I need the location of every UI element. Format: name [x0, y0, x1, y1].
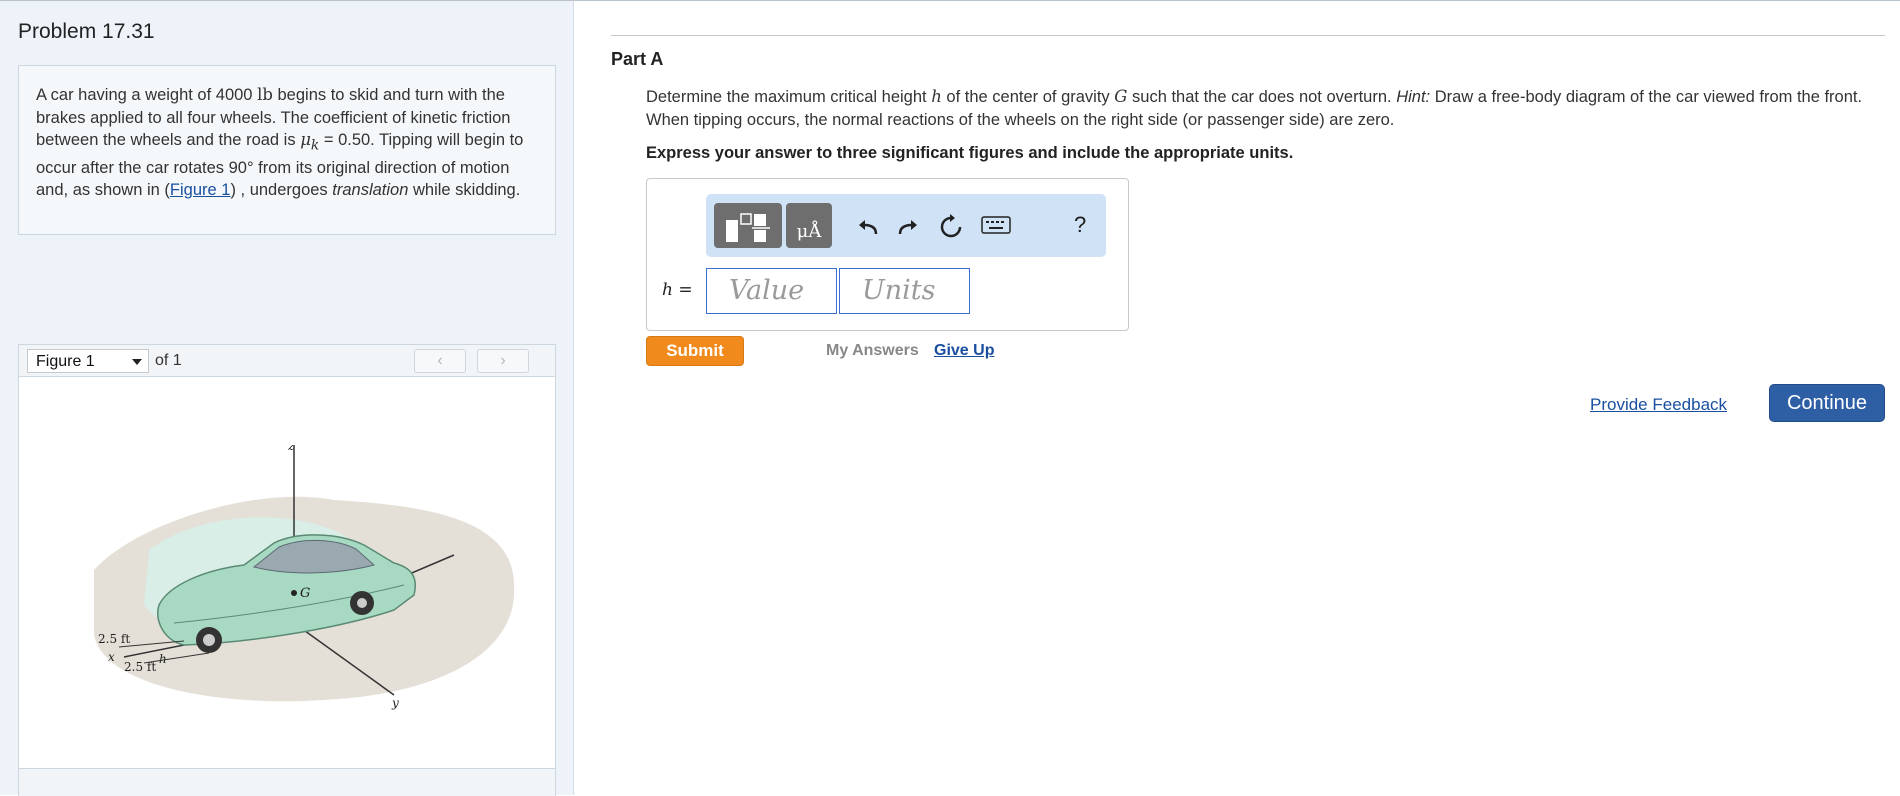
reset-icon[interactable]: [938, 214, 964, 240]
label-z: z: [287, 445, 295, 453]
chevron-left-icon: ‹: [437, 352, 443, 369]
help-button[interactable]: ?: [1074, 212, 1086, 238]
figure-toolbar: Figure 1 of 1 ‹ ›: [19, 345, 555, 377]
mu-subscript: k: [310, 137, 320, 154]
label-G: G: [300, 586, 310, 601]
provide-feedback-link[interactable]: Provide Feedback: [1590, 395, 1727, 415]
label-y: y: [391, 696, 399, 710]
part-divider: [611, 35, 1885, 36]
mu-symbol: μ: [300, 130, 311, 149]
label-x: x: [108, 650, 115, 664]
instruction-text: Express your answer to three significant…: [646, 144, 1294, 162]
units-input[interactable]: Units: [839, 268, 970, 314]
prev-figure-button[interactable]: ‹: [414, 349, 466, 373]
redo-icon[interactable]: [896, 214, 920, 238]
front-hubcap: [203, 634, 215, 646]
my-answers-link[interactable]: My Answers: [826, 342, 919, 360]
units-icon: μÅ: [796, 221, 822, 242]
units-button[interactable]: μÅ: [786, 203, 832, 248]
value-input[interactable]: Value: [706, 268, 837, 314]
question-text-1: Determine the maximum critical height: [646, 88, 932, 106]
answer-toolbar: μÅ ?: [706, 194, 1106, 257]
weight-unit: lb: [257, 85, 273, 104]
rear-hubcap: [357, 598, 367, 608]
problem-statement: A car having a weight of 4000 lb begins …: [18, 65, 556, 235]
problem-text-4: ) , undergoes: [230, 181, 333, 200]
undo-icon[interactable]: [856, 214, 880, 238]
translation-word: translation: [332, 181, 409, 200]
center-of-gravity-marker: [291, 590, 297, 596]
chevron-right-icon: ›: [500, 352, 506, 369]
figure-footer: [19, 768, 555, 796]
question-text-2: of the center of gravity: [941, 88, 1115, 106]
problem-title: Problem 17.31: [18, 20, 155, 43]
answer-box: μÅ ? h = Value Units: [646, 178, 1129, 331]
question-text-3: such that the car does not overturn.: [1127, 88, 1397, 106]
figure-link[interactable]: Figure 1: [170, 181, 231, 199]
templates-icon: [726, 213, 770, 242]
submit-button[interactable]: Submit: [646, 336, 744, 366]
problem-text-5: while skidding.: [408, 181, 521, 200]
figure-select[interactable]: Figure 1: [27, 349, 149, 373]
question-text: Determine the maximum critical height h …: [646, 86, 1886, 131]
problem-text-1: A car having a weight of 4000: [36, 86, 258, 104]
chevron-down-icon: [132, 359, 142, 365]
templates-button[interactable]: [714, 203, 782, 248]
part-title: Part A: [611, 49, 664, 69]
dimension-label-1: 2.5 ft: [98, 632, 130, 646]
label-h: h: [159, 652, 167, 666]
next-figure-button[interactable]: ›: [477, 349, 529, 373]
figure-panel: Figure 1 of 1 ‹ › G z y x h 2.5 ft 2.5 f…: [18, 344, 556, 796]
keyboard-icon[interactable]: [981, 214, 1011, 236]
variable-h: h: [931, 87, 942, 106]
answer-label-text: h =: [662, 280, 693, 300]
figure-select-value: Figure 1: [36, 353, 95, 370]
figure-count: of 1: [155, 352, 182, 369]
hint-label: Hint:: [1396, 88, 1431, 106]
continue-button[interactable]: Continue: [1769, 384, 1885, 422]
give-up-link[interactable]: Give Up: [934, 342, 994, 360]
variable-G: G: [1114, 87, 1128, 106]
car-figure-image: G z y x h 2.5 ft 2.5 ft: [94, 445, 515, 710]
problem-panel: Problem 17.31 A car having a weight of 4…: [0, 1, 574, 796]
answer-label: h =: [662, 280, 693, 300]
